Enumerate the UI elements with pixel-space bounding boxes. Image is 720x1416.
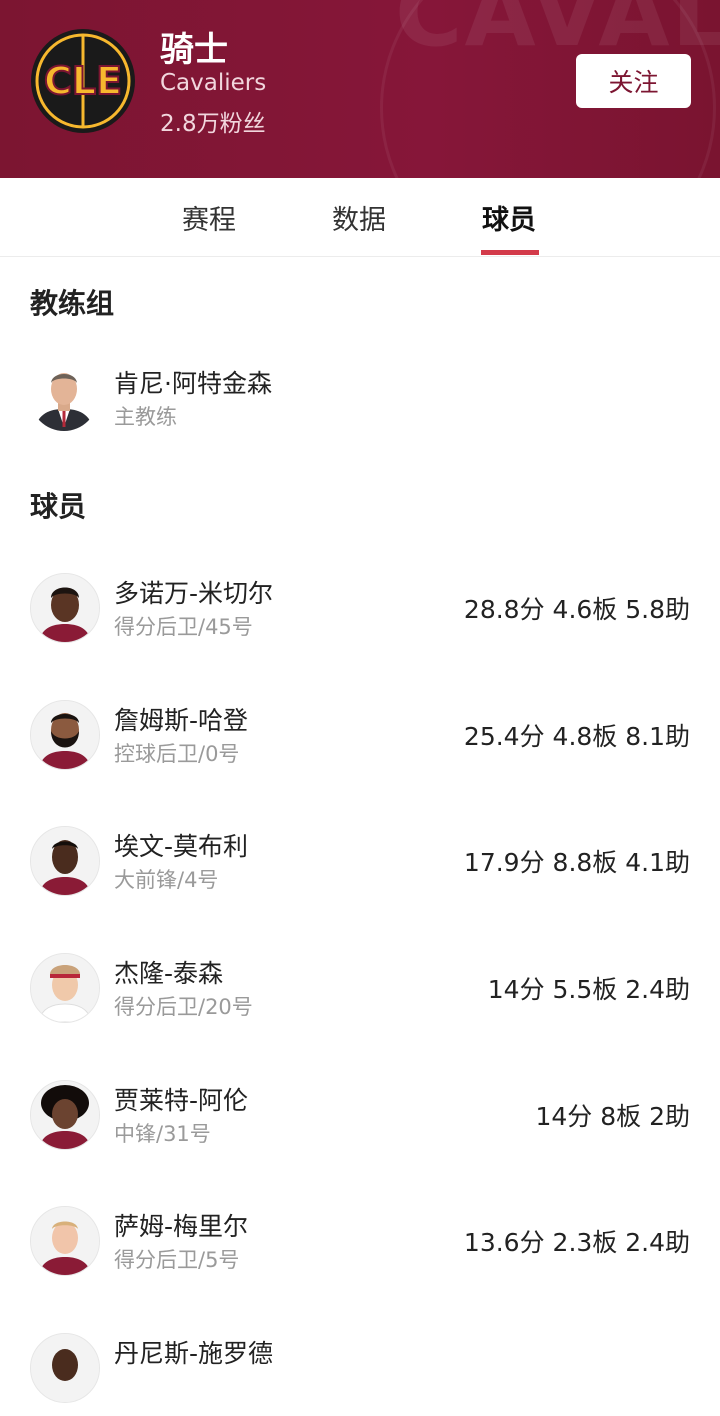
player-stats: 28.8分 4.6板 5.8助 [463, 595, 690, 624]
player-stats: 14分 8板 2助 [535, 1102, 690, 1131]
tab-stats[interactable]: 数据 [332, 198, 386, 237]
tab-players[interactable]: 球员 [482, 198, 536, 237]
coach-row[interactable]: 肯尼·阿特金森 主教练 [0, 350, 720, 446]
player-avatar [30, 953, 100, 1023]
player-avatar [30, 573, 100, 643]
tab-bar: 赛程 数据 球员 [0, 178, 720, 257]
player-avatar [30, 1080, 100, 1150]
player-avatar [30, 700, 100, 770]
player-name: 埃文-莫布利 [114, 832, 249, 861]
player-name: 贾莱特-阿伦 [114, 1086, 249, 1115]
player-row[interactable]: 丹尼斯-施罗德 [0, 1320, 720, 1416]
player-position: 得分后卫/5号 [114, 1248, 240, 1272]
team-logo-text: CLE [44, 59, 122, 103]
player-name: 杰隆-泰森 [114, 959, 224, 988]
fans-count: 2.8万粉丝 [160, 111, 266, 137]
coach-name: 肯尼·阿特金森 [114, 369, 272, 398]
player-name: 丹尼斯-施罗德 [114, 1339, 274, 1368]
player-row[interactable]: 埃文-莫布利 大前锋/4号 17.9分 8.8板 4.1助 [0, 813, 720, 909]
player-row[interactable]: 多诺万-米切尔 得分后卫/45号 28.8分 4.6板 5.8助 [0, 560, 720, 656]
player-stats: 17.9分 8.8板 4.1助 [463, 848, 690, 877]
active-tab-indicator [481, 250, 539, 255]
follow-button[interactable]: 关注 [576, 54, 691, 108]
player-row[interactable]: 詹姆斯-哈登 控球后卫/0号 25.4分 4.8板 8.1助 [0, 687, 720, 783]
player-row[interactable]: 贾莱特-阿伦 中锋/31号 14分 8板 2助 [0, 1067, 720, 1163]
player-name: 多诺万-米切尔 [114, 579, 274, 608]
player-name: 萨姆-梅里尔 [114, 1212, 249, 1241]
player-position: 控球后卫/0号 [114, 742, 240, 766]
player-name: 詹姆斯-哈登 [114, 706, 249, 735]
player-stats: 25.4分 4.8板 8.1助 [463, 722, 690, 751]
player-avatar [30, 826, 100, 896]
coach-avatar [30, 363, 98, 431]
player-position: 得分后卫/20号 [114, 995, 253, 1019]
player-position: 大前锋/4号 [114, 868, 219, 892]
player-avatar [30, 1333, 100, 1403]
team-english-name: Cavaliers [160, 70, 267, 96]
team-logo-icon: CLE [31, 29, 135, 133]
player-row[interactable]: 萨姆-梅里尔 得分后卫/5号 13.6分 2.3板 2.4助 [0, 1193, 720, 1289]
tab-schedule[interactable]: 赛程 [182, 198, 236, 237]
player-stats: 14分 5.5板 2.4助 [487, 975, 690, 1004]
player-row[interactable]: 杰隆-泰森 得分后卫/20号 14分 5.5板 2.4助 [0, 940, 720, 1036]
team-name: 骑士 [160, 30, 228, 70]
player-position: 中锋/31号 [114, 1122, 211, 1146]
coaches-section-title: 教练组 [30, 287, 115, 320]
player-position: 得分后卫/45号 [114, 615, 253, 639]
players-section-title: 球员 [30, 490, 87, 523]
coach-role: 主教练 [114, 405, 177, 429]
player-avatar [30, 1206, 100, 1276]
team-header: CAVALIERS CLE 骑士 Cavaliers 2.8万粉丝 关注 [0, 0, 720, 178]
player-stats: 13.6分 2.3板 2.4助 [463, 1228, 690, 1257]
